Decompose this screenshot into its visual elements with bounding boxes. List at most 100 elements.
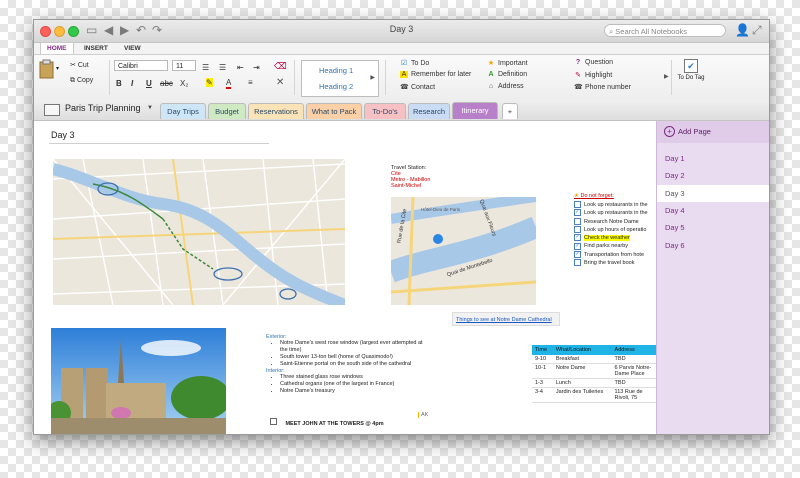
tag-definition[interactable]: A Definition (487, 71, 527, 78)
page-item[interactable]: Day 3 (657, 184, 769, 202)
font-color-icon[interactable]: A (226, 78, 232, 89)
section-tab[interactable]: Day Trips (160, 103, 206, 119)
page-canvas[interactable]: Day 3 Travel Station: Cite Metro - Mabil… (34, 121, 656, 434)
link-container: Things to see at Notre Dame Cathedral (452, 312, 560, 326)
chevron-right-icon[interactable]: ▶ (370, 74, 375, 81)
title-underline (49, 143, 269, 144)
tag-label: Question (585, 59, 614, 66)
search-icon: ⌕ (609, 27, 614, 36)
tag-contact[interactable]: ☎ Contact (400, 83, 435, 91)
copy-button[interactable]: ⧉ Copy (70, 77, 93, 85)
tab-insert[interactable]: INSERT (84, 43, 108, 54)
bold-button[interactable]: B (116, 79, 122, 88)
align-icon[interactable]: ≡ (248, 78, 253, 87)
checkbox-icon[interactable]: ✓ (574, 242, 581, 250)
checkbox-icon[interactable] (574, 225, 581, 233)
tag-question[interactable]: ? Question (574, 59, 613, 66)
page-item[interactable]: Day 5 (657, 219, 769, 236)
todo-item[interactable]: ✓ Look up restaurants in the (574, 209, 656, 217)
notebooks-icon[interactable] (44, 104, 60, 116)
page-title[interactable]: Day 3 (51, 130, 75, 140)
todo-item[interactable]: ✓ Transportation from hote (574, 250, 656, 259)
share-user-icon[interactable]: 👤 (735, 23, 750, 37)
train-station-note[interactable]: Travel Station: Cite Metro - Mabillon Sa… (391, 165, 430, 189)
cut-button[interactable]: ✂ Cut (70, 61, 89, 69)
table-cell: Jardin des Tuileries (552, 387, 612, 403)
numbering-icon[interactable]: ☰ (219, 63, 226, 72)
notre-dame-notes[interactable]: Exterior: Notre Dame's west rose window … (266, 334, 426, 395)
section-tab[interactable]: Budget (208, 103, 246, 119)
table-cell: 3-4 (532, 387, 553, 403)
font-size-select[interactable]: 11 (172, 60, 196, 71)
add-page-button[interactable]: + Add Page (657, 121, 769, 143)
tag-phone-number[interactable]: ☎ Phone number (574, 83, 631, 91)
table-row[interactable]: 9-10 Breakfast TBD (532, 355, 656, 364)
meet-note[interactable]: MEET JOHN AT THE TOWERS @ 4pm (270, 412, 384, 430)
paste-dropdown-icon: ▾ (56, 66, 60, 72)
indent-icon[interactable]: ⇥ (253, 63, 260, 72)
star-icon: ★ (574, 193, 579, 199)
checkbox-icon[interactable] (574, 259, 581, 267)
tag-to-do[interactable]: ☑ To Do (400, 59, 429, 67)
table-row[interactable]: 10-1 Notre Dame 6 Parvis Notre-Dame Place (532, 363, 656, 379)
checkbox-icon[interactable]: ✓ (574, 250, 581, 258)
tab-view[interactable]: VIEW (124, 43, 141, 54)
ribbon: ▾ ✂ Cut ⧉ Copy Calibri 11 B I U abc X₂ ☰… (34, 54, 769, 101)
erase-icon[interactable]: ✕ (276, 77, 284, 88)
todo-item[interactable]: Look up hours of operatio (574, 225, 656, 234)
do-not-forget-list[interactable]: ★ Do not forget: Look up restaurants in … (574, 193, 656, 267)
table-cell: Lunch (552, 378, 612, 388)
expand-icon[interactable]: ⤢ (752, 23, 762, 37)
search-notebooks-input[interactable]: ⌕ Search All Notebooks (604, 24, 726, 37)
checkbox-icon[interactable] (574, 217, 581, 225)
italic-button[interactable]: I (131, 79, 133, 88)
page-item[interactable]: Day 6 (657, 237, 769, 254)
tag-remember[interactable]: A Remember for later (400, 71, 471, 78)
chevron-right-icon[interactable]: ▶ (664, 73, 669, 80)
tag-important[interactable]: ★ Important (487, 59, 528, 67)
paris-street-map[interactable] (53, 159, 345, 305)
page-item[interactable]: Day 4 (657, 202, 769, 219)
to-do-tag-button[interactable]: ✔ To Do Tag (676, 59, 706, 97)
schedule-table[interactable]: Time What/Location Address 9-10 Breakfast TB… (532, 345, 656, 403)
chevron-down-icon[interactable]: ▼ (147, 105, 153, 111)
highlighter-icon[interactable]: ✎ (206, 78, 213, 87)
bullets-icon[interactable]: ☰ (202, 63, 209, 72)
checkbox-icon[interactable]: ✓ (574, 209, 581, 217)
style-heading-1[interactable]: Heading 1 (319, 66, 353, 75)
page-item[interactable]: Day 2 (657, 167, 769, 184)
notre-dame-photo[interactable] (51, 328, 226, 434)
table-row[interactable]: 1-3 Lunch TBD (532, 378, 656, 388)
add-section-button[interactable]: + (502, 103, 518, 119)
clear-formatting-icon[interactable]: ⌫ (274, 61, 287, 72)
paste-button[interactable]: ▾ (39, 59, 59, 93)
section-tab[interactable]: Research (408, 103, 450, 119)
strikethrough-button[interactable]: abc (160, 79, 173, 88)
table-row[interactable]: 3-4 Jardin des Tuileries 113 Rue de Rivoli… (532, 387, 656, 403)
underline-button[interactable]: U (146, 79, 152, 88)
subscript-button[interactable]: X₂ (180, 79, 188, 88)
checkbox-icon[interactable]: ✓ (574, 234, 581, 242)
tag-address[interactable]: ⌂ Address (487, 83, 524, 90)
page-item[interactable]: Day 1 (657, 150, 769, 167)
font-family-select[interactable]: Calibri (114, 60, 168, 71)
section-tab[interactable]: Reservations (248, 103, 304, 119)
notebook-name[interactable]: Paris Trip Planning (65, 103, 141, 113)
todo-item[interactable]: Look up restaurants in the (574, 201, 656, 209)
section-tab[interactable]: To-Do's (364, 103, 406, 119)
checkbox-icon[interactable] (574, 201, 581, 209)
table-cell: 113 Rue de Rivoli, 75 (611, 387, 656, 403)
section-tab[interactable]: What to Pack (306, 103, 362, 119)
tag-highlight[interactable]: ✎ Highlight (574, 71, 612, 79)
styles-gallery[interactable]: Heading 1 Heading 2 ▶ (301, 60, 379, 97)
notre-dame-map[interactable]: Quai de Montebello Quai aux Fleurs Rue d… (391, 197, 536, 305)
outdent-icon[interactable]: ⇤ (237, 63, 244, 72)
todo-item[interactable]: Bring the travel book (574, 259, 656, 267)
todo-item[interactable]: Research Notre Dame (574, 217, 656, 226)
notre-dame-link[interactable]: Things to see at Notre Dame Cathedral (456, 317, 552, 323)
style-heading-2[interactable]: Heading 2 (319, 82, 353, 91)
todo-item[interactable]: ✓ Find parks nearby (574, 242, 656, 250)
checkbox-icon[interactable] (270, 418, 277, 425)
todo-item[interactable]: ✓ Check the weather (574, 234, 656, 242)
section-tab[interactable]: Itinerary (452, 102, 498, 119)
